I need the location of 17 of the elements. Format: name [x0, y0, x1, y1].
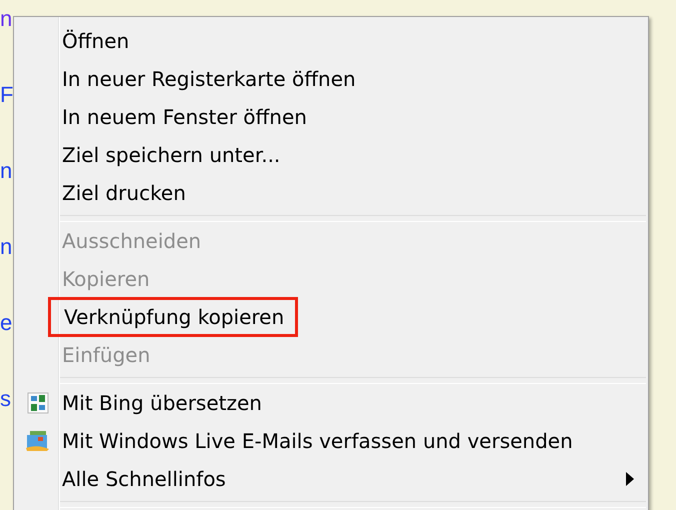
menu-item[interactable]: Alle Schnellinfos: [62, 467, 226, 491]
menu-item[interactable]: Mit Bing übersetzen: [62, 391, 262, 415]
menu-item[interactable]: Öffnen: [62, 29, 130, 53]
page-text-fragment: n: [0, 5, 12, 33]
menu-item[interactable]: Ziel drucken: [62, 181, 186, 205]
translate-icon: [27, 392, 49, 414]
menu-item[interactable]: Ziel speichern unter...: [62, 143, 280, 167]
page-text-fragment: n: [0, 233, 12, 261]
page-text-fragment: e: [0, 309, 12, 337]
menu-item[interactable]: In neuer Registerkarte öffnen: [62, 67, 356, 91]
menu-item[interactable]: In neuem Fenster öffnen: [62, 105, 307, 129]
page-text-fragment: F: [0, 81, 14, 109]
page-text-fragment: s: [0, 385, 11, 413]
menu-item[interactable]: Mit Windows Live E-Mails verfassen und versenden: [62, 429, 573, 453]
menu-item[interactable]: Verknüpfung kopieren: [48, 297, 298, 337]
page-text-fragment: n: [0, 157, 12, 185]
mail-icon: [25, 430, 51, 452]
